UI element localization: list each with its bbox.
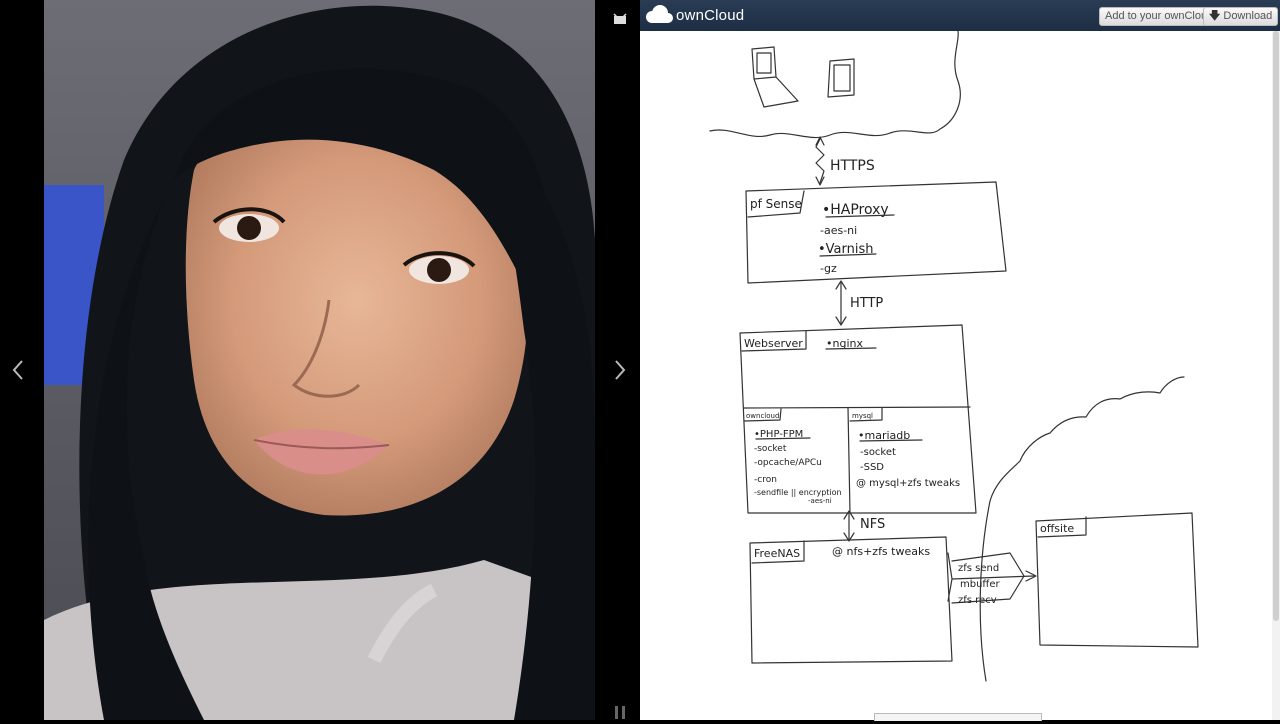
owncloud-viewer: ownCloud Add to your ownCloud 🡇 Download… <box>640 0 1280 721</box>
cloud-logo-icon <box>646 5 673 23</box>
owncloud-subtitle: owncloud <box>746 412 779 420</box>
mysql-line: -SSD <box>860 462 884 473</box>
architecture-diagram: HTTPS pf Sense •HAProxy -aes-ni •Varnish… <box>709 31 1199 682</box>
owncloud-line: -opcache/APCu <box>754 458 822 468</box>
document-page: HTTPS pf Sense •HAProxy -aes-ni •Varnish… <box>640 31 1272 720</box>
photo-viewer <box>0 0 640 720</box>
https-label: HTTPS <box>830 158 875 174</box>
mysql-line: -socket <box>860 447 896 458</box>
pfsense-line: -aes-ni <box>820 224 857 237</box>
pfsense-line: -gz <box>820 262 837 275</box>
owncloud-line: -socket <box>754 444 787 454</box>
offsite-cloud <box>979 376 1185 682</box>
freenas-note: @ nfs+zfs tweaks <box>832 545 930 558</box>
transfer-line: zfs send <box>958 563 999 574</box>
download-button[interactable]: 🡇 Download <box>1203 7 1279 26</box>
portrait-photo <box>44 0 595 720</box>
header-bar: ownCloud Add to your ownCloud 🡇 Download <box>640 0 1280 31</box>
add-to-owncloud-button[interactable]: Add to your ownCloud <box>1099 7 1220 26</box>
internet-cloud <box>709 31 961 139</box>
transfer-line: zfs recv <box>958 595 997 606</box>
owncloud-line: -cron <box>754 475 777 485</box>
laptop-device <box>751 46 799 108</box>
scrollbar-thumb[interactable] <box>1273 31 1279 621</box>
vertical-scrollbar[interactable] <box>1272 31 1280 720</box>
owncloud-line: -aes-ni <box>808 497 832 505</box>
mysql-subtitle: mysql <box>852 412 873 420</box>
owncloud-logo[interactable]: ownCloud <box>644 3 744 27</box>
previous-arrow-icon[interactable] <box>8 355 28 385</box>
https-connector <box>815 138 825 184</box>
pause-icon[interactable] <box>612 704 628 720</box>
pfsense-title: pf Sense <box>750 197 802 211</box>
http-label: HTTP <box>850 296 883 311</box>
logo-text: ownCloud <box>676 6 745 24</box>
download-icon: 🡇 <box>1209 10 1221 22</box>
freenas-title: FreeNAS <box>754 547 800 560</box>
offsite-title: offsite <box>1040 522 1074 535</box>
owncloud-line: -sendfile || encryption <box>754 488 842 497</box>
webserver-title: Webserver <box>744 337 803 350</box>
download-label: Download <box>1223 10 1273 22</box>
mysql-line: @ mysql+zfs tweaks <box>856 478 960 489</box>
slideshow-icon[interactable] <box>611 10 629 28</box>
next-arrow-icon[interactable] <box>610 355 630 385</box>
nfs-label: NFS <box>860 517 885 532</box>
